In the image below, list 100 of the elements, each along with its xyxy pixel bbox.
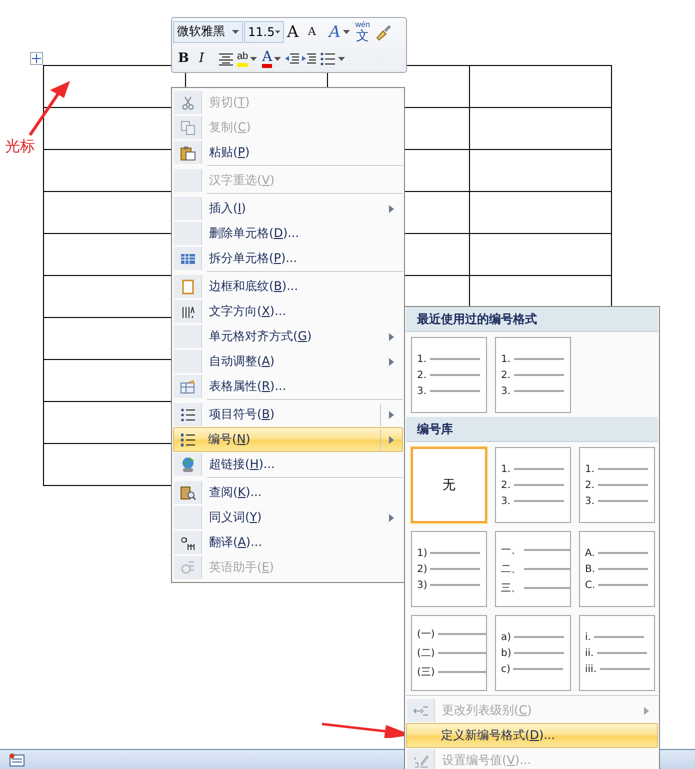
menu-item[interactable]: 表格属性(R)... xyxy=(173,374,403,399)
caret-icon xyxy=(274,30,280,34)
submenu-arrow-icon xyxy=(389,204,394,212)
number-marker: 3. xyxy=(417,386,427,396)
translate-icon xyxy=(180,534,196,550)
numbered-list-icon xyxy=(180,432,196,448)
page-icon xyxy=(180,278,196,294)
copy-icon xyxy=(180,120,196,136)
document-view-icon[interactable] xyxy=(9,753,25,767)
numbering-option[interactable]: 1) 2) 3) xyxy=(411,531,487,607)
menu-item[interactable]: 同义词(Y) xyxy=(173,505,403,530)
number-marker: 三、 xyxy=(501,582,521,595)
grow-font-button[interactable]: A xyxy=(285,20,305,42)
submenu-arrow-icon xyxy=(389,332,394,340)
menu-item[interactable]: 超链接(H)... xyxy=(173,452,403,477)
number-marker: 2. xyxy=(417,370,427,380)
menu-item-label: 翻译(A)... xyxy=(208,534,264,551)
menu-item[interactable]: 查阅(K)... xyxy=(173,480,403,505)
number-marker: 2. xyxy=(501,480,511,490)
menu-item[interactable]: 删除单元格(D)... xyxy=(173,221,403,246)
pointer-arrow xyxy=(28,80,72,136)
brush-icon[interactable] xyxy=(374,22,392,40)
numbering-option[interactable]: 1. 2. 3. xyxy=(495,447,571,523)
menu-item-label: 单元格对齐方式(G) xyxy=(208,328,313,345)
section-header: 最近使用过的编号格式 xyxy=(406,307,658,332)
number-value-icon xyxy=(412,752,428,768)
menu-item[interactable]: 自动调整(A) xyxy=(173,349,403,374)
menu-item-label: 汉字重选(V) xyxy=(208,172,276,189)
menu-item-label: 更改列表级别(C) xyxy=(441,702,533,719)
menu-item[interactable]: 编号(N) xyxy=(173,427,403,452)
styles-button[interactable]: A xyxy=(327,20,352,42)
menu-item[interactable]: 项目符号(B) xyxy=(173,402,403,427)
caret-icon xyxy=(274,56,282,60)
number-marker: (二) xyxy=(417,647,435,660)
numbering-option[interactable]: 无 xyxy=(411,447,487,523)
menu-item-label: 查阅(K)... xyxy=(208,484,263,501)
number-marker: 2) xyxy=(417,564,428,574)
numbering-option[interactable]: i. ii. iii. xyxy=(579,615,655,691)
number-marker: 3. xyxy=(501,386,511,396)
clipboard-icon xyxy=(180,144,196,160)
numbering-option[interactable]: (一) (二) (三) xyxy=(411,615,487,691)
font-size-field[interactable]: 11.5 xyxy=(244,20,284,42)
submenu-arrow-icon xyxy=(389,436,394,444)
number-marker: 3. xyxy=(585,496,595,506)
number-marker: C. xyxy=(585,580,596,590)
number-marker: 二、 xyxy=(501,563,521,576)
menu-item-label: 编号(N) xyxy=(207,431,252,448)
bold-button[interactable]: B xyxy=(176,48,196,70)
number-marker: 1) xyxy=(417,548,428,558)
menu-item[interactable]: 粘贴(P) xyxy=(173,140,403,165)
caret-icon xyxy=(338,56,346,60)
number-marker: 1. xyxy=(417,354,427,364)
assistant-icon xyxy=(180,560,196,576)
number-marker: 2. xyxy=(585,480,595,490)
menu-item-label: 文字方向(X)... xyxy=(208,303,288,320)
menu-item[interactable]: 插入(I) xyxy=(173,196,403,221)
menu-item-label: 项目符号(B) xyxy=(208,406,276,423)
submenu-arrow-icon xyxy=(389,358,394,366)
number-marker: 2. xyxy=(501,370,511,380)
number-marker: A. xyxy=(585,548,595,558)
menu-item-label: 定义新编号格式(D)... xyxy=(440,727,556,744)
menu-item[interactable]: 边框和底纹(B)... xyxy=(173,274,403,299)
menu-item[interactable]: 拆分单元格(P)... xyxy=(173,246,403,271)
highlight-button[interactable]: ab xyxy=(235,48,260,70)
menu-item-label: 表格属性(R)... xyxy=(208,378,288,395)
increase-indent-icon[interactable] xyxy=(301,52,318,66)
phonetic-guide-button[interactable]: wén 文 xyxy=(352,20,373,42)
numbering-option[interactable]: 1. 2. 3. xyxy=(411,337,487,413)
number-marker: a) xyxy=(501,632,512,642)
font-name-field[interactable]: 微软雅黑 xyxy=(173,20,243,42)
number-marker: i. xyxy=(585,632,591,642)
menu-item[interactable]: 文字方向(X)... xyxy=(173,299,403,324)
number-marker: (一) xyxy=(417,628,435,641)
menu-item-label: 边框和底纹(B)... xyxy=(208,278,300,295)
center-align-icon[interactable] xyxy=(218,52,234,66)
numbering-option[interactable]: A. B. C. xyxy=(579,531,655,607)
menu-item-label: 超链接(H)... xyxy=(208,456,276,473)
decrease-indent-icon[interactable] xyxy=(284,52,300,66)
bullet-list-icon xyxy=(320,52,336,66)
menu-item-label: 复制(C) xyxy=(208,119,252,136)
italic-button[interactable]: I xyxy=(197,48,217,70)
menu-item[interactable]: 定义新编号格式(D)... xyxy=(406,723,658,748)
caret-icon xyxy=(342,30,350,34)
menu-item-label: 同义词(Y) xyxy=(208,509,263,526)
menu-item-label: 插入(I) xyxy=(208,200,247,217)
menu-item-label: 剪切(T) xyxy=(208,94,251,111)
menu-item[interactable]: 翻译(A)... xyxy=(173,530,403,555)
numbering-option[interactable]: 1. 2. 3. xyxy=(579,447,655,523)
number-marker: B. xyxy=(585,564,596,574)
number-marker: (三) xyxy=(417,666,435,679)
numbering-option[interactable]: a) b) c) xyxy=(495,615,571,691)
annotation-label: 光标 xyxy=(5,137,35,156)
menu-item-label: 拆分单元格(P)... xyxy=(208,250,298,267)
number-marker: c) xyxy=(501,664,510,674)
shrink-font-button[interactable]: A xyxy=(306,20,326,42)
numbering-option[interactable]: 一、 二、 三、 xyxy=(495,531,571,607)
table-move-handle[interactable] xyxy=(30,52,43,65)
menu-item[interactable]: 单元格对齐方式(G) xyxy=(173,324,403,349)
font-color-button[interactable]: A xyxy=(260,48,284,70)
numbering-option[interactable]: 1. 2. 3. xyxy=(495,337,571,413)
